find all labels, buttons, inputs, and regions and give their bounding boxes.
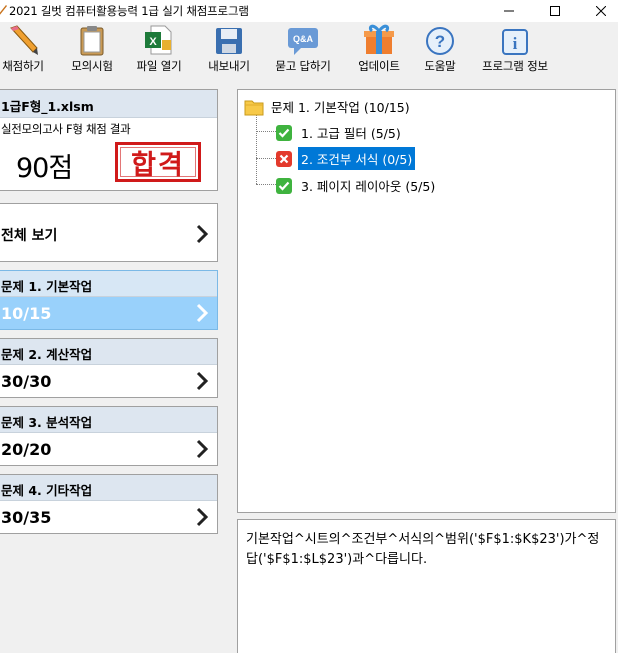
overall-view-label: 전체 보기: [1, 228, 58, 244]
help-button[interactable]: ? 도움말: [418, 22, 462, 76]
mock-exam-button[interactable]: 모의시험: [66, 22, 118, 76]
svg-text:?: ?: [435, 32, 445, 51]
question-circle-icon: ?: [426, 27, 454, 55]
minimize-icon: [504, 10, 514, 12]
excel-file-icon: X: [145, 25, 172, 55]
folder-icon: [244, 100, 264, 115]
question-2-button[interactable]: 문제 2. 계산작업 30/30: [0, 338, 218, 398]
clipboard-icon: [80, 26, 104, 56]
chevron-right-icon: [196, 224, 209, 244]
window-title: 2021 길벗 컴퓨터활용능력 1급 실기 채점프로그램: [9, 4, 249, 18]
info-icon: i: [502, 29, 528, 55]
question-title: 문제 4. 기타작업: [1, 483, 93, 498]
export-button[interactable]: 내보내기: [203, 22, 255, 76]
pencil-icon: [10, 25, 38, 55]
open-file-button[interactable]: X 파일 열기: [130, 22, 188, 76]
question-3-button[interactable]: 문제 3. 분석작업 20/20: [0, 406, 218, 466]
result-filename: 1급F형_1.xlsm: [1, 99, 94, 114]
close-button[interactable]: [578, 0, 618, 22]
check-icon: [276, 177, 292, 194]
qna-bubble-icon: Q&A: [288, 28, 318, 55]
question-score: 30/30: [1, 372, 52, 391]
grading-result-card: 1급F형_1.xlsm 실전모의고사 F형 채점 결과 90점 합격: [0, 89, 218, 191]
svg-text:i: i: [513, 34, 518, 53]
title-bar: 2021 길벗 컴퓨터활용능력 1급 실기 채점프로그램: [0, 0, 618, 22]
floppy-disk-icon: [216, 28, 242, 54]
program-info-button[interactable]: i 프로그램 정보: [476, 22, 554, 76]
minimize-button[interactable]: [486, 0, 532, 22]
chevron-right-icon: [196, 371, 209, 391]
app-window: 2021 길벗 컴퓨터활용능력 1급 실기 채점프로그램 채점하기 모의시험 X…: [0, 0, 618, 653]
tree-item-selected[interactable]: 2. 조건부 서식 (0/5): [274, 147, 416, 170]
chevron-right-icon: [196, 507, 209, 527]
qna-button[interactable]: Q&A 묻고 답하기: [270, 22, 336, 76]
question-score: 10/15: [1, 304, 52, 323]
maximize-button[interactable]: [532, 0, 578, 22]
overall-view-button[interactable]: 전체 보기: [0, 203, 218, 262]
grading-message: 기본작업^시트의^조건부^서식의^범위('$F$1:$K$23')가^정답('$…: [246, 532, 600, 567]
tree-item[interactable]: 3. 페이지 레이아웃 (5/5): [274, 174, 438, 197]
question-title: 문제 1. 기본작업: [1, 279, 93, 294]
grading-message-box: 기본작업^시트의^조건부^서식의^범위('$F$1:$K$23')가^정답('$…: [237, 519, 616, 653]
svg-text:Q&A: Q&A: [293, 34, 314, 44]
x-mark-icon: [276, 150, 292, 167]
check-icon: [276, 124, 292, 141]
question-score: 30/35: [1, 508, 52, 527]
close-icon: [596, 6, 606, 16]
maximize-icon: [550, 6, 560, 16]
grade-button[interactable]: 채점하기: [0, 22, 48, 76]
chevron-right-icon: [196, 303, 209, 323]
question-score: 20/20: [1, 440, 52, 459]
question-4-button[interactable]: 문제 4. 기타작업 30/35: [0, 474, 218, 534]
gift-box-icon: [364, 24, 394, 54]
question-title: 문제 3. 분석작업: [1, 415, 93, 430]
tree-root-node[interactable]: 문제 1. 기본작업 (10/15): [244, 95, 413, 118]
tree-item[interactable]: 1. 고급 필터 (5/5): [274, 121, 404, 144]
chevron-right-icon: [196, 439, 209, 459]
update-button[interactable]: 업데이트: [352, 22, 406, 76]
toolbar: 채점하기 모의시험 X 파일 열기 내보내기 Q&A 묻고 답하기 업데이트 ?…: [0, 22, 618, 76]
app-icon: [0, 5, 7, 15]
result-subtitle: 실전모의고사 F형 채점 결과: [1, 122, 131, 136]
result-score: 90점: [16, 153, 73, 184]
grading-tree-view[interactable]: 문제 1. 기본작업 (10/15) 1. 고급 필터 (5/5) 2. 조건부…: [237, 89, 616, 513]
svg-text:X: X: [149, 36, 157, 48]
pass-stamp: 합격: [115, 142, 201, 182]
question-1-button[interactable]: 문제 1. 기본작업 10/15: [0, 270, 218, 330]
question-title: 문제 2. 계산작업: [1, 347, 93, 362]
